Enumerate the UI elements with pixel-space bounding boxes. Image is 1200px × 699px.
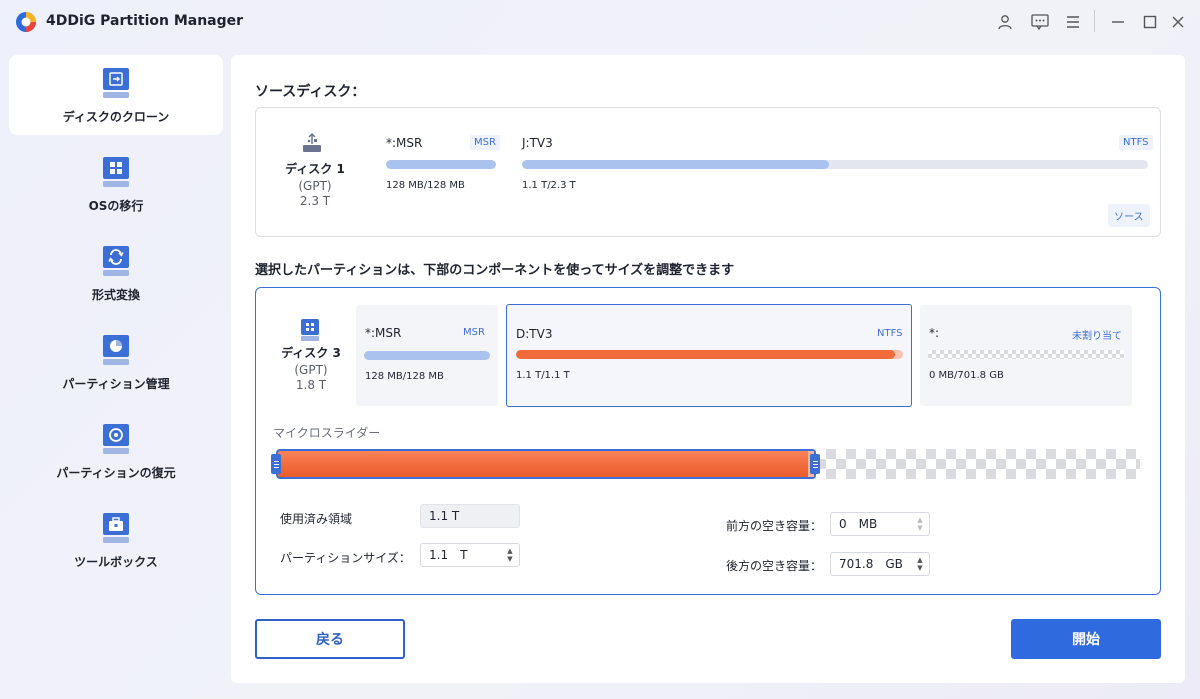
disk-type: (GPT) bbox=[298, 179, 332, 193]
source-disk-info: ディスク 1 (GPT) 2.3 T bbox=[270, 160, 360, 208]
sidebar-item-label: 形式変換 bbox=[91, 288, 140, 302]
spin-arrows-icon[interactable]: ▲ ▼ bbox=[915, 515, 925, 533]
disk-size: 2.3 T bbox=[299, 194, 331, 208]
partition-type-badge: NTFS bbox=[1119, 135, 1153, 150]
partition-size: 0 MB/701.8 GB bbox=[929, 370, 1004, 381]
menu-icon[interactable] bbox=[1062, 11, 1084, 33]
sidebar: ディスクのクローン OSの移行 形式変換 パーティション管理 パーティションの復… bbox=[0, 44, 231, 699]
unallocated-bar bbox=[928, 350, 1124, 359]
partition-card-selected[interactable]: D:TV3 NTFS 1.1 T/1.1 T bbox=[506, 304, 912, 407]
partition-management-icon bbox=[103, 335, 129, 365]
close-icon[interactable] bbox=[1167, 11, 1189, 33]
main-panel: ソースディスク： ディスク 1 (GPT) 2.3 T *:MSR MSR 12… bbox=[231, 55, 1185, 683]
title-bar: 4DDiG Partition Manager bbox=[0, 0, 1200, 44]
partition-size-value: 1.1 bbox=[429, 548, 449, 562]
partition-card[interactable]: *:MSR MSR 128 MB/128 MB bbox=[356, 305, 498, 406]
partition-usage-bar bbox=[386, 160, 496, 169]
sidebar-item-partition-management[interactable]: パーティション管理 bbox=[9, 322, 223, 402]
spin-arrows-icon[interactable]: ▲ ▼ bbox=[505, 546, 515, 564]
partition-usage-bar bbox=[522, 160, 1148, 169]
start-button[interactable]: 開始 bbox=[1011, 619, 1161, 659]
source-badge: ソース bbox=[1108, 204, 1150, 227]
partition-usage-fill bbox=[516, 350, 896, 359]
front-free-label: 前方の空き容量： bbox=[726, 519, 823, 533]
os-migration-icon bbox=[103, 157, 129, 187]
front-free-spinner[interactable]: 0 MB ▲ ▼ bbox=[830, 512, 930, 536]
partition-usage-fill bbox=[364, 351, 490, 360]
partition-type-badge: MSR bbox=[463, 327, 485, 338]
disk-name: ディスク 1 bbox=[285, 162, 345, 176]
partition-size: 1.1 T/1.1 T bbox=[516, 370, 570, 381]
sidebar-item-label: ディスクのクローン bbox=[62, 110, 170, 124]
partition-type-badge: MSR bbox=[470, 135, 500, 150]
sidebar-item-toolbox[interactable]: ツールボックス bbox=[9, 500, 223, 580]
disk-size: 1.8 T bbox=[295, 378, 327, 392]
partition-usage-fill bbox=[386, 160, 496, 169]
partition-size-label: パーティションサイズ： bbox=[280, 551, 411, 565]
micro-slider-right-handle[interactable] bbox=[810, 454, 820, 474]
disk-name: ディスク 3 bbox=[281, 346, 341, 360]
micro-slider-range[interactable] bbox=[276, 449, 816, 479]
partition-type-badge: 未割り当て bbox=[1072, 331, 1122, 342]
partition-name: *: bbox=[929, 326, 940, 340]
partition-name: *:MSR bbox=[386, 136, 423, 150]
sidebar-item-label: パーティション管理 bbox=[62, 377, 170, 391]
partition-size: 128 MB/128 MB bbox=[386, 180, 465, 191]
disk-drive-icon bbox=[301, 319, 319, 341]
back-free-spinner[interactable]: 701.8 GB ▲ ▼ bbox=[830, 552, 930, 576]
back-free-label: 後方の空き容量： bbox=[726, 559, 823, 573]
source-disk-box: ディスク 1 (GPT) 2.3 T *:MSR MSR 128 MB/128 … bbox=[255, 107, 1161, 237]
source-disk-title: ソースディスク： bbox=[255, 84, 366, 100]
front-free-unit: MB bbox=[858, 517, 878, 531]
micro-slider-label: マイクロスライダー bbox=[273, 426, 381, 440]
back-button[interactable]: 戻る bbox=[255, 619, 405, 659]
toolbox-icon bbox=[103, 513, 129, 543]
minimize-icon[interactable] bbox=[1107, 11, 1129, 33]
sidebar-item-os-migration[interactable]: OSの移行 bbox=[9, 144, 223, 224]
app-logo-icon bbox=[16, 12, 36, 32]
partition-type-badge: NTFS bbox=[877, 328, 903, 339]
partition-size: 128 MB/128 MB bbox=[365, 371, 444, 382]
disk-type: (GPT) bbox=[294, 363, 328, 377]
spin-arrows-icon[interactable]: ▲ ▼ bbox=[915, 555, 925, 573]
partition-usage-bar bbox=[364, 351, 490, 360]
back-free-value: 701.8 bbox=[839, 557, 874, 571]
account-icon[interactable] bbox=[994, 11, 1016, 33]
partition-size-unit: T bbox=[460, 548, 468, 562]
partition-name: D:TV3 bbox=[516, 327, 553, 341]
target-disk-box: ディスク 3 (GPT) 1.8 T *:MSR MSR 128 MB/128 … bbox=[255, 287, 1161, 595]
partition-card[interactable]: *: 未割り当て 0 MB/701.8 GB bbox=[920, 305, 1132, 406]
partition-size: 1.1 T/2.3 T bbox=[522, 180, 576, 191]
back-free-unit: GB bbox=[885, 557, 903, 571]
feedback-icon[interactable] bbox=[1029, 11, 1051, 33]
partition-name: J:TV3 bbox=[522, 136, 553, 150]
used-space-label: 使用済み領域 bbox=[280, 512, 353, 526]
format-convert-icon bbox=[103, 246, 129, 276]
sidebar-item-format-convert[interactable]: 形式変換 bbox=[9, 233, 223, 313]
disk-clone-icon bbox=[103, 68, 129, 98]
sidebar-item-disk-clone[interactable]: ディスクのクローン bbox=[9, 55, 223, 135]
sidebar-item-partition-recovery[interactable]: パーティションの復元 bbox=[9, 411, 223, 491]
partition-recovery-icon bbox=[103, 424, 129, 454]
usb-disk-icon bbox=[303, 132, 321, 152]
partition-name: *:MSR bbox=[365, 326, 402, 340]
sidebar-item-label: OSの移行 bbox=[88, 199, 144, 213]
partition-usage-fill bbox=[522, 160, 829, 169]
sidebar-item-label: パーティションの復元 bbox=[56, 466, 176, 480]
front-free-value: 0 bbox=[839, 517, 847, 531]
app-title: 4DDiG Partition Manager bbox=[46, 13, 244, 29]
maximize-icon[interactable] bbox=[1139, 11, 1161, 33]
target-disk-info: ディスク 3 (GPT) 1.8 T bbox=[266, 344, 356, 392]
sidebar-item-label: ツールボックス bbox=[74, 555, 158, 569]
title-bar-divider bbox=[1094, 10, 1095, 32]
partition-usage-bar bbox=[516, 350, 903, 359]
micro-slider-left-handle[interactable] bbox=[271, 454, 281, 474]
target-instruction-title: 選択したパーティションは、下部のコンポーネントを使ってサイズを調整できます bbox=[255, 263, 735, 278]
partition-size-spinner[interactable]: 1.1 T ▲ ▼ bbox=[420, 543, 520, 567]
used-space-value: 1.1 T bbox=[420, 504, 520, 528]
